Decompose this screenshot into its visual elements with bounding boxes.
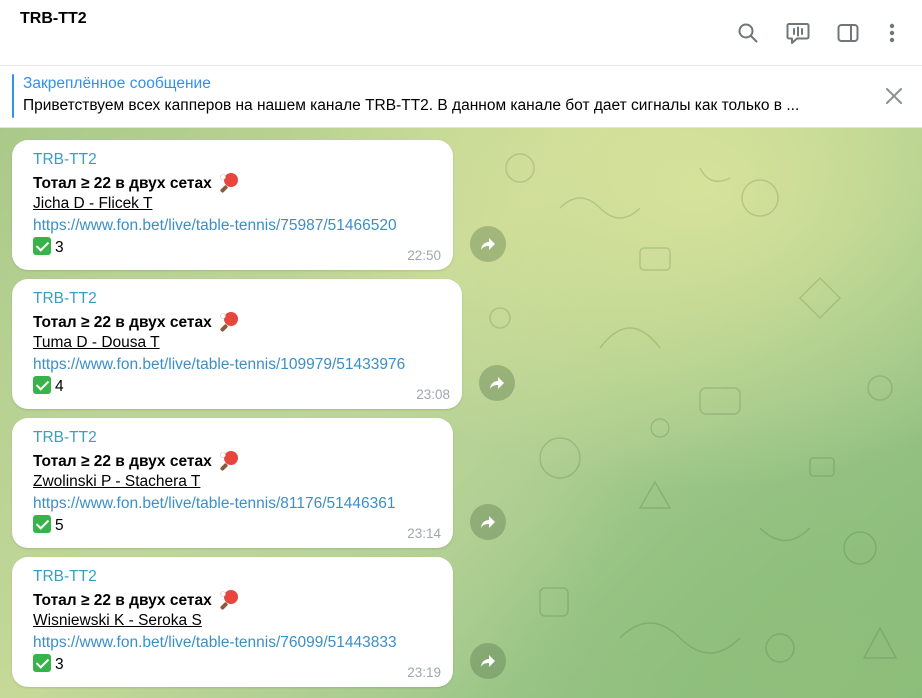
ping-pong-icon <box>218 588 240 610</box>
bet-link[interactable]: https://www.fon.bet/live/table-tennis/81… <box>33 493 440 515</box>
match-link[interactable]: Zwolinski P - Stachera T <box>33 471 440 493</box>
result-line: 4 <box>33 376 449 398</box>
chat-header: TRB-TT2 <box>0 0 922 66</box>
result-line: 3 <box>33 237 440 259</box>
check-mark-icon <box>33 654 51 672</box>
result-line: 5 <box>33 515 440 537</box>
video-chat-icon[interactable] <box>784 19 812 47</box>
headline-text: Тотал ≥ 22 в двух сетах <box>33 314 212 331</box>
result-value: 4 <box>55 378 64 395</box>
pinned-message[interactable]: Закреплённое сообщение Приветствуем всех… <box>0 66 922 128</box>
headline-text: Тотал ≥ 22 в двух сетах <box>33 592 212 609</box>
match-link[interactable]: Tuma D - Dousa T <box>33 332 449 354</box>
forward-icon[interactable] <box>470 226 506 262</box>
bet-link[interactable]: https://www.fon.bet/live/table-tennis/10… <box>33 354 449 376</box>
check-mark-icon <box>33 376 51 394</box>
message-headline: Тотал ≥ 22 в двух сетах <box>33 310 449 332</box>
forward-icon[interactable] <box>470 643 506 679</box>
message-sender[interactable]: TRB-TT2 <box>33 566 440 588</box>
forward-icon[interactable] <box>479 365 515 401</box>
pinned-accent-bar <box>12 74 14 118</box>
pinned-text: Приветствуем всех капперов на нашем кана… <box>23 97 800 114</box>
match-link[interactable]: Jicha D - Flicek T <box>33 193 440 215</box>
chat-history[interactable]: TRB-TT2 Тотал ≥ 22 в двух сетах Jicha D … <box>0 128 922 698</box>
message-time: 23:19 <box>407 665 441 680</box>
close-icon[interactable] <box>884 86 904 106</box>
more-vertical-icon[interactable] <box>878 19 906 47</box>
message-time: 23:14 <box>407 526 441 541</box>
message-bubble[interactable]: TRB-TT2 Тотал ≥ 22 в двух сетах Tuma D -… <box>12 279 462 409</box>
message-headline: Тотал ≥ 22 в двух сетах <box>33 449 440 471</box>
result-value: 3 <box>55 239 64 256</box>
result-value: 5 <box>55 517 64 534</box>
message-sender[interactable]: TRB-TT2 <box>33 288 449 310</box>
message-bubble[interactable]: TRB-TT2 Тотал ≥ 22 в двух сетах Jicha D … <box>12 140 453 270</box>
sidebar-toggle-icon[interactable] <box>834 19 862 47</box>
ping-pong-icon <box>218 310 240 332</box>
check-mark-icon <box>33 515 51 533</box>
message-headline: Тотал ≥ 22 в двух сетах <box>33 171 440 193</box>
check-mark-icon <box>33 237 51 255</box>
message-bubble[interactable]: TRB-TT2 Тотал ≥ 22 в двух сетах Zwolinsk… <box>12 418 453 548</box>
headline-text: Тотал ≥ 22 в двух сетах <box>33 453 212 470</box>
message-bubble[interactable]: TRB-TT2 Тотал ≥ 22 в двух сетах Wisniews… <box>12 557 453 687</box>
headline-text: Тотал ≥ 22 в двух сетах <box>33 175 212 192</box>
ping-pong-icon <box>218 171 240 193</box>
chat-title[interactable]: TRB-TT2 <box>20 10 87 28</box>
ping-pong-icon <box>218 449 240 471</box>
message-time: 23:08 <box>416 387 450 402</box>
match-link[interactable]: Wisniewski K - Seroka S <box>33 610 440 632</box>
result-value: 3 <box>55 656 64 673</box>
message-sender[interactable]: TRB-TT2 <box>33 149 440 171</box>
bet-link[interactable]: https://www.fon.bet/live/table-tennis/75… <box>33 215 440 237</box>
result-line: 3 <box>33 654 440 676</box>
search-icon[interactable] <box>734 19 762 47</box>
forward-icon[interactable] <box>470 504 506 540</box>
message-time: 22:50 <box>407 248 441 263</box>
message-headline: Тотал ≥ 22 в двух сетах <box>33 588 440 610</box>
pinned-title: Закреплённое сообщение <box>23 75 211 92</box>
bet-link[interactable]: https://www.fon.bet/live/table-tennis/76… <box>33 632 440 654</box>
message-sender[interactable]: TRB-TT2 <box>33 427 440 449</box>
